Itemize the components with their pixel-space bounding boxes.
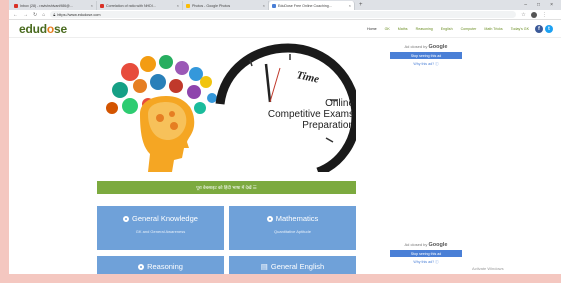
card-reasoning[interactable]: Reasoning	[97, 256, 224, 274]
logo-text-suffix: se	[54, 21, 67, 36]
social-links: f t	[535, 24, 553, 33]
hero-line-1: Online	[325, 98, 354, 109]
card-general-english[interactable]: ▤ General English	[229, 256, 356, 274]
card-title: General English	[270, 262, 325, 271]
gmail-icon	[14, 3, 18, 8]
ad-closed-box: Ad closed by Google Stop seeing this ad …	[382, 42, 470, 78]
card-subtitle: Quantitative Aptitude	[274, 229, 311, 234]
menu-item-math-tricks[interactable]: Math Tricks	[484, 27, 502, 31]
ad-by-label: Ad closed by	[404, 44, 428, 49]
tab-label: Correlation of ratio with NHDI...	[106, 3, 156, 8]
ad-panel-bottom: Ad closed by Google Stop seeing this ad …	[382, 240, 470, 276]
tab-label: EduDose Free Online Coaching...	[278, 3, 332, 8]
facebook-icon[interactable]: f	[535, 24, 543, 33]
head-silhouette	[140, 96, 195, 172]
url-field[interactable]: 🔒︎ https://www.edudose.com	[50, 11, 517, 18]
menu-dots-icon[interactable]: ⋮	[542, 12, 547, 18]
card-title: General Knowledge	[132, 214, 198, 223]
forward-icon[interactable]: →	[23, 12, 28, 18]
back-icon[interactable]: ←	[13, 12, 18, 18]
menu-item-home[interactable]: Home	[367, 27, 377, 31]
menu-item-gk[interactable]: GK	[385, 27, 390, 31]
edudose-favicon-icon	[272, 3, 276, 8]
close-tab-icon[interactable]: ×	[177, 3, 179, 8]
logo-text-prefix: edud	[19, 21, 47, 36]
home-icon[interactable]: ⌂	[42, 12, 45, 18]
menu-item-computer[interactable]: Computer	[461, 27, 477, 31]
youtube-icon	[100, 3, 104, 8]
maximize-icon[interactable]: □	[537, 2, 540, 8]
ad-by-label: Ad closed by	[404, 242, 428, 247]
stop-seeing-ad-button[interactable]: Stop seeing this ad	[390, 250, 462, 257]
minimize-icon[interactable]: –	[524, 2, 527, 8]
close-tab-icon[interactable]: ×	[91, 3, 93, 8]
card-title: Reasoning	[147, 262, 183, 271]
menu-item-english[interactable]: English	[441, 27, 453, 31]
hindi-language-button[interactable]: पूरा वेबसाइट को हिंदी भाषा में देखें ☰	[97, 181, 356, 194]
star-icon[interactable]: ☆	[521, 12, 525, 18]
reasoning-icon	[138, 263, 145, 270]
browser-tab-gmail[interactable]: Inbox (28) - ravishshivani986@... ×	[11, 1, 97, 10]
stop-seeing-ad-button[interactable]: Stop seeing this ad	[390, 52, 462, 59]
address-bar-row: ← → ↻ ⌂ 🔒︎ https://www.edudose.com ☆ ⋮	[9, 10, 561, 20]
card-general-knowledge[interactable]: General Knowledge GK and General Awarene…	[97, 206, 224, 250]
window-controls: – □ ×	[524, 2, 561, 8]
toolbar-icons: ☆ ⋮	[521, 11, 547, 18]
lock-icon: 🔒︎	[53, 12, 56, 17]
browser-tab-correlation[interactable]: Correlation of ratio with NHDI... ×	[97, 1, 183, 10]
book-icon: ▤	[260, 262, 268, 271]
avatar[interactable]	[530, 11, 537, 18]
hero-illustration: Time Online Competitive Exams Preparatio…	[106, 43, 361, 177]
hero-line-3: Preparation	[302, 120, 354, 131]
clock-word: Time	[295, 69, 320, 86]
menu-item-maths[interactable]: Maths	[398, 27, 408, 31]
menu-item-reasoning[interactable]: Reasoning	[416, 27, 433, 31]
google-label: Google	[428, 242, 448, 248]
google-label: Google	[428, 44, 448, 50]
card-title: Mathematics	[275, 214, 319, 223]
ad-header: Ad closed by Google	[382, 240, 470, 248]
maths-icon	[266, 215, 273, 222]
ad-closed-box: Ad closed by Google Stop seeing this ad …	[382, 240, 470, 276]
main-menu: Home GK Maths Reasoning English Computer…	[367, 27, 529, 31]
ad-header: Ad closed by Google	[382, 42, 470, 50]
ad-panel-top: Ad closed by Google Stop seeing this ad …	[382, 42, 470, 78]
card-mathematics[interactable]: Mathematics Quantitative Aptitude	[229, 206, 356, 250]
tab-label: Photos - Google Photos	[192, 3, 231, 8]
site-header: edudose Home GK Maths Reasoning English …	[9, 20, 561, 38]
tab-label: Inbox (28) - ravishshivani986@...	[20, 3, 73, 8]
hero-banner: Time Online Competitive Exams Preparatio…	[90, 42, 361, 177]
browser-tab-photos[interactable]: Photos - Google Photos ×	[183, 1, 269, 10]
hero-line-2: Competitive Exams	[268, 109, 354, 120]
gk-icon	[123, 215, 130, 222]
photos-icon	[186, 3, 190, 8]
new-tab-icon[interactable]: +	[355, 2, 367, 8]
close-tab-icon[interactable]: ×	[263, 3, 265, 8]
tab-bar: Inbox (28) - ravishshivani986@... × Corr…	[9, 0, 561, 10]
reload-icon[interactable]: ↻	[33, 12, 37, 18]
twitter-icon[interactable]: t	[545, 24, 553, 33]
close-tab-icon[interactable]: ×	[349, 3, 351, 8]
site-logo[interactable]: edudose	[19, 22, 67, 36]
card-subtitle: GK and General Awareness	[135, 229, 186, 234]
why-this-ad-link[interactable]: Why this ad? ⓘ	[382, 62, 470, 67]
close-window-icon[interactable]: ×	[550, 2, 553, 8]
url-text: https://www.edudose.com	[57, 12, 101, 17]
why-this-ad-link[interactable]: Why this ad? ⓘ	[382, 260, 470, 265]
logo-text-o: o	[46, 21, 55, 36]
windows-watermark: Activate Windows	[472, 266, 504, 271]
browser-tab-edudose[interactable]: EduDose Free Online Coaching... ×	[269, 1, 355, 10]
menu-item-todays-gk[interactable]: Today's GK	[511, 27, 529, 31]
